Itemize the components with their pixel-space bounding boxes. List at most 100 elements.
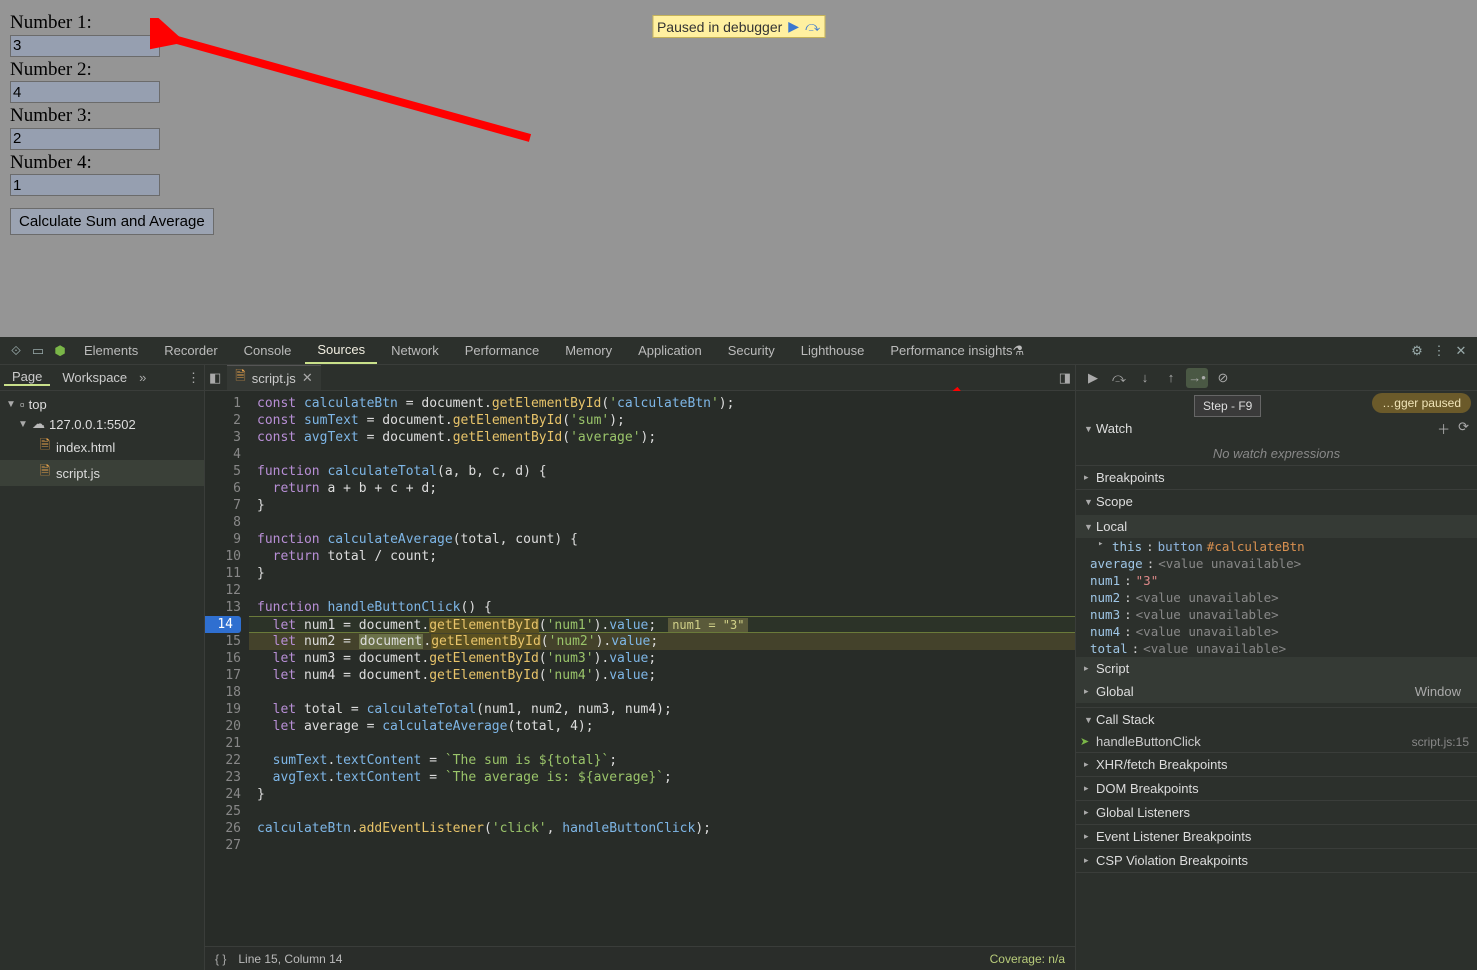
code-line[interactable]: function handleButtonClick() {: [249, 599, 1075, 616]
line-gutter[interactable]: 1234567891011121314151617181920212223242…: [205, 391, 249, 946]
tab-performance[interactable]: Performance: [453, 337, 551, 364]
nav-tab-page[interactable]: Page: [4, 369, 50, 386]
section-breakpoints[interactable]: ▸Breakpoints: [1076, 466, 1477, 489]
tab-sources[interactable]: Sources: [305, 337, 377, 364]
tab-console[interactable]: Console: [232, 337, 304, 364]
tab-security[interactable]: Security: [716, 337, 787, 364]
close-tab-icon[interactable]: ✕: [302, 370, 313, 386]
section-callstack[interactable]: ▼Call Stack: [1076, 708, 1477, 731]
debugger-controls: ▶ ⤼ ↓ ↑ →• ⊘ Step - F9 …gger paused: [1076, 365, 1477, 391]
section-xhr-fetch-breakpoints[interactable]: ▸XHR/fetch Breakpoints: [1076, 753, 1477, 776]
pretty-print-icon[interactable]: { }: [215, 952, 226, 966]
scope-variable[interactable]: num3: <value unavailable>: [1076, 606, 1477, 623]
scope-global[interactable]: ▸GlobalWindow: [1076, 680, 1477, 703]
tab-perf-insights[interactable]: Performance insights ⚗: [878, 337, 1036, 364]
input-number-4[interactable]: [10, 174, 160, 196]
section-event-listener-breakpoints[interactable]: ▸Event Listener Breakpoints: [1076, 825, 1477, 848]
resume-button[interactable]: ▶: [1082, 368, 1104, 388]
scope-this[interactable]: ▸ this: button#calculateBtn: [1076, 538, 1477, 555]
toggle-navigator-icon[interactable]: ◧: [209, 370, 221, 386]
code-line[interactable]: return a + b + c + d;: [249, 480, 1075, 497]
code-line[interactable]: return total / count;: [249, 548, 1075, 565]
step-button[interactable]: →•: [1186, 368, 1208, 388]
section-scope[interactable]: ▼Scope: [1076, 490, 1477, 513]
code-line[interactable]: let num2 = document.getElementById('num2…: [249, 633, 1075, 650]
code-line[interactable]: [249, 684, 1075, 701]
input-number-1[interactable]: [10, 35, 160, 57]
add-watch-icon[interactable]: ＋: [1437, 419, 1450, 438]
tree-host[interactable]: ▼☁127.0.0.1:5502: [0, 414, 204, 434]
callstack-frame[interactable]: ➤ handleButtonClick script.js:15: [1076, 731, 1477, 752]
scope-variable[interactable]: num4: <value unavailable>: [1076, 623, 1477, 640]
section-csp-violation-breakpoints[interactable]: ▸CSP Violation Breakpoints: [1076, 849, 1477, 872]
step-into-button[interactable]: ↓: [1134, 368, 1156, 388]
code-line[interactable]: let average = calculateAverage(total, 4)…: [249, 718, 1075, 735]
tab-memory[interactable]: Memory: [553, 337, 624, 364]
code-line[interactable]: [249, 803, 1075, 820]
scope-local[interactable]: ▼Local: [1076, 515, 1477, 538]
tab-application[interactable]: Application: [626, 337, 714, 364]
code-line[interactable]: }: [249, 786, 1075, 803]
code-line[interactable]: let num1 = document.getElementById('num1…: [249, 616, 1075, 633]
calculate-button[interactable]: Calculate Sum and Average: [10, 208, 214, 235]
code-line[interactable]: }: [249, 565, 1075, 582]
nav-tab-workspace[interactable]: Workspace: [54, 370, 135, 385]
input-number-3[interactable]: [10, 128, 160, 150]
tab-network[interactable]: Network: [379, 337, 451, 364]
close-icon[interactable]: ✕: [1451, 343, 1471, 359]
source-editor: ◧ 🗎 script.js ✕ ◨ 1234567891011121314151…: [205, 365, 1076, 970]
code-line[interactable]: function calculateAverage(total, count) …: [249, 531, 1075, 548]
step-over-button[interactable]: ⤼: [1108, 368, 1130, 388]
code-content[interactable]: const calculateBtn = document.getElement…: [249, 391, 1075, 946]
code-line[interactable]: const sumText = document.getElementById(…: [249, 412, 1075, 429]
tree-file-script[interactable]: 🗎script.js: [0, 460, 204, 486]
editor-tab-scriptjs[interactable]: 🗎 script.js ✕: [227, 365, 320, 390]
step-tooltip: Step - F9: [1194, 395, 1261, 417]
code-line[interactable]: avgText.textContent = `The average is: $…: [249, 769, 1075, 786]
tab-elements[interactable]: Elements: [72, 337, 150, 364]
tree-top[interactable]: ▼▫top: [0, 395, 204, 414]
step-over-icon[interactable]: ⤼: [805, 18, 820, 35]
scope-variable[interactable]: total: <value unavailable>: [1076, 640, 1477, 657]
nodejs-icon[interactable]: ⬢: [50, 343, 70, 359]
device-toolbar-icon[interactable]: ▭: [28, 343, 48, 359]
input-number-2[interactable]: [10, 81, 160, 103]
nav-more-icon[interactable]: »: [139, 370, 146, 385]
code-line[interactable]: const calculateBtn = document.getElement…: [249, 395, 1075, 412]
settings-icon[interactable]: ⚙: [1407, 343, 1427, 359]
code-line[interactable]: const avgText = document.getElementById(…: [249, 429, 1075, 446]
scope-variable[interactable]: num2: <value unavailable>: [1076, 589, 1477, 606]
resume-icon[interactable]: ▶: [788, 18, 799, 35]
annotation-arrow-1: [150, 18, 550, 158]
code-line[interactable]: }: [249, 497, 1075, 514]
debugger-paused-badge: …gger paused: [1372, 393, 1471, 413]
code-line[interactable]: [249, 582, 1075, 599]
section-watch[interactable]: ▼Watch ＋⟳: [1076, 415, 1477, 442]
code-line[interactable]: let total = calculateTotal(num1, num2, n…: [249, 701, 1075, 718]
code-line[interactable]: [249, 446, 1075, 463]
scope-variable[interactable]: average: <value unavailable>: [1076, 555, 1477, 572]
deactivate-breakpoints-button[interactable]: ⊘: [1212, 368, 1234, 388]
code-line[interactable]: let num3 = document.getElementById('num3…: [249, 650, 1075, 667]
code-line[interactable]: sumText.textContent = `The sum is ${tota…: [249, 752, 1075, 769]
watch-empty-text: No watch expressions: [1076, 442, 1477, 465]
section-dom-breakpoints[interactable]: ▸DOM Breakpoints: [1076, 777, 1477, 800]
refresh-watch-icon[interactable]: ⟳: [1458, 419, 1469, 438]
tab-recorder[interactable]: Recorder: [152, 337, 229, 364]
code-line[interactable]: let num4 = document.getElementById('num4…: [249, 667, 1075, 684]
step-out-button[interactable]: ↑: [1160, 368, 1182, 388]
scope-variable[interactable]: num1: "3": [1076, 572, 1477, 589]
code-line[interactable]: [249, 735, 1075, 752]
inspect-icon[interactable]: ⟐: [6, 343, 26, 359]
scope-script[interactable]: ▸Script: [1076, 657, 1477, 680]
code-line[interactable]: calculateBtn.addEventListener('click', h…: [249, 820, 1075, 837]
section-global-listeners[interactable]: ▸Global Listeners: [1076, 801, 1477, 824]
toggle-debugger-icon[interactable]: ◨: [1059, 370, 1071, 386]
code-line[interactable]: [249, 514, 1075, 531]
nav-menu-icon[interactable]: ⋮: [187, 370, 200, 386]
tree-file-index[interactable]: 🗎index.html: [0, 434, 204, 460]
code-line[interactable]: function calculateTotal(a, b, c, d) {: [249, 463, 1075, 480]
tab-lighthouse[interactable]: Lighthouse: [789, 337, 877, 364]
more-icon[interactable]: ⋮: [1429, 343, 1449, 359]
code-line[interactable]: [249, 837, 1075, 854]
